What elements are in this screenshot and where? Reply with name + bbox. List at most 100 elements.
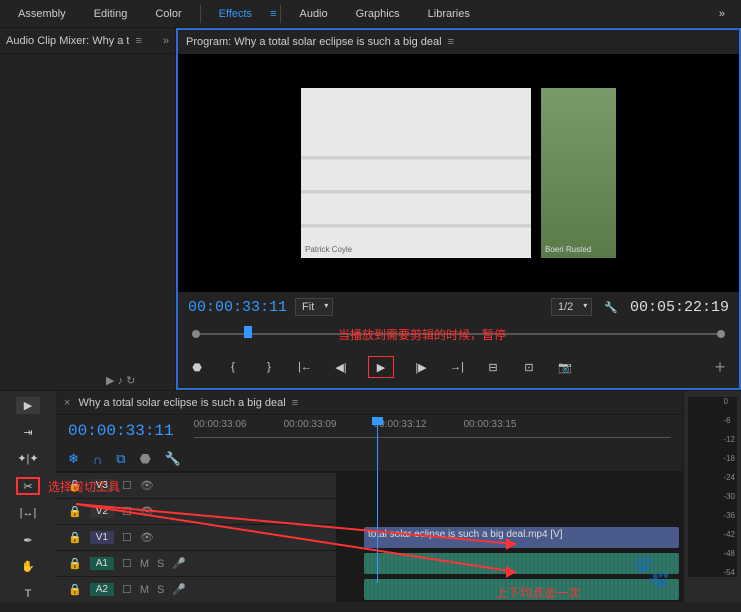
lock-icon[interactable]: 🔒 <box>68 505 82 518</box>
toggle-output-icon[interactable]: ☐ <box>122 557 132 570</box>
close-sequence-icon[interactable]: × <box>64 397 70 409</box>
go-to-in-icon[interactable]: |← <box>296 358 314 376</box>
track-label-v2[interactable]: V2 <box>90 505 114 518</box>
meter-tick: 0 <box>723 397 735 406</box>
transport-controls: ⬣ { } |← ◀| ▶ |▶ →| ⊟ ⊡ 📷 + <box>188 352 729 382</box>
toggle-output-icon[interactable]: ☐ <box>122 479 132 492</box>
lock-icon[interactable]: 🔒 <box>68 583 82 596</box>
tab-editing[interactable]: Editing <box>80 2 142 26</box>
lock-icon[interactable]: 🔒 <box>68 557 82 570</box>
tab-color[interactable]: Color <box>141 2 195 26</box>
video-frame-main: Patrick Coyle <box>301 88 531 258</box>
track-a2: 🔒 A2 ☐ M S 🎤 <box>56 576 683 602</box>
program-title: Program: Why a total solar eclipse is su… <box>186 36 442 48</box>
panel-tab-audio-mixer[interactable]: Audio Clip Mixer: Why a t <box>6 35 129 47</box>
step-back-icon[interactable]: ◀| <box>332 358 350 376</box>
selection-tool[interactable]: ▶ <box>16 397 40 414</box>
timeline-menu-icon[interactable]: ≡ <box>292 397 298 409</box>
frame-credit-right: Boeri Rusted <box>545 245 591 254</box>
in-point-icon[interactable]: { <box>224 358 242 376</box>
hamburger-icon[interactable]: ≡ <box>270 8 276 20</box>
panel-menu-icon[interactable]: ≡ <box>135 35 141 47</box>
program-scrubber[interactable]: 当播放到需要剪辑的时候，暂停 <box>188 324 729 344</box>
settings-icon[interactable]: 🔧 <box>165 451 181 467</box>
meter-tick: -48 <box>723 549 735 558</box>
tab-effects[interactable]: Effects <box>205 2 266 26</box>
meter-tick: -36 <box>723 511 735 520</box>
eye-icon[interactable]: 👁 <box>140 505 154 518</box>
track-select-tool[interactable]: ⇥ <box>16 424 40 441</box>
annotation-pause: 当播放到需要剪辑的时候，暂停 <box>338 326 506 343</box>
export-frame-icon[interactable]: 📷 <box>556 358 574 376</box>
toggle-output-icon[interactable]: ☐ <box>122 583 132 596</box>
video-clip[interactable]: total solar eclipse is such a big deal.m… <box>364 527 679 548</box>
track-label-a1[interactable]: A1 <box>90 557 114 570</box>
program-menu-icon[interactable]: ≡ <box>448 36 454 48</box>
watermark-paw-icon <box>631 552 671 592</box>
step-forward-icon[interactable]: |▶ <box>412 358 430 376</box>
go-to-out-icon[interactable]: →| <box>448 358 466 376</box>
meter-tick: -54 <box>723 568 735 577</box>
ruler-tick: 00:00:33:09 <box>284 419 337 430</box>
out-point-icon[interactable]: } <box>260 358 278 376</box>
extract-icon[interactable]: ⊡ <box>520 358 538 376</box>
snap-icon[interactable]: ❄ <box>68 451 79 467</box>
meter-tick: -24 <box>723 473 735 482</box>
tab-assembly[interactable]: Assembly <box>4 2 80 26</box>
voice-icon[interactable]: 🎤 <box>172 583 186 596</box>
marker-tool-icon[interactable]: ⬣ <box>140 451 151 467</box>
scrubber-handle[interactable] <box>244 326 252 338</box>
razor-tool[interactable]: ✂ 选择剪切工具 <box>16 477 40 494</box>
linked-selection-icon[interactable]: ⧉ <box>116 451 125 467</box>
track-v1: 🔒 V1 ☐ 👁 total solar eclipse is such a b… <box>56 524 683 550</box>
track-label-a2[interactable]: A2 <box>90 583 114 596</box>
mute-icon[interactable]: M <box>140 584 149 596</box>
wrench-icon[interactable]: 🔧 <box>604 301 618 314</box>
voice-icon[interactable]: 🎤 <box>172 557 186 570</box>
eye-icon[interactable]: 👁 <box>140 531 154 544</box>
tab-audio[interactable]: Audio <box>285 2 341 26</box>
play-button[interactable]: ▶ <box>368 356 394 378</box>
add-button[interactable]: + <box>711 358 729 376</box>
toggle-output-icon[interactable]: ☐ <box>122 531 132 544</box>
lock-icon[interactable]: 🔒 <box>68 531 82 544</box>
solo-icon[interactable]: S <box>157 584 164 596</box>
slip-tool[interactable]: |↔| <box>16 505 40 522</box>
meter-tick: -30 <box>723 492 735 501</box>
tool-palette: ▶ ⇥ ✦|✦ ✂ 选择剪切工具 |↔| ✒ ✋ T <box>0 391 56 602</box>
video-frame-side: Boeri Rusted <box>541 88 616 258</box>
program-timecode-out: 00:05:22:19 <box>630 299 729 316</box>
sequence-name[interactable]: Why a total solar eclipse is such a big … <box>78 397 285 409</box>
annotation-razor: 选择剪切工具 <box>48 478 120 495</box>
time-ruler[interactable]: 00:00:33:06 00:00:33:09 00:00:33:12 00:0… <box>194 419 671 443</box>
playhead[interactable] <box>377 419 378 583</box>
meter-tick: -6 <box>723 416 735 425</box>
hand-tool[interactable]: ✋ <box>16 558 40 575</box>
zoom-dropdown[interactable]: 1/2 <box>551 298 592 316</box>
pen-tool[interactable]: ✒ <box>16 532 40 549</box>
tab-graphics[interactable]: Graphics <box>342 2 414 26</box>
divider <box>280 5 281 23</box>
frame-credit-left: Patrick Coyle <box>305 245 352 254</box>
track-v3: 🔒 V3 ☐ 👁 <box>56 472 683 498</box>
lift-icon[interactable]: ⊟ <box>484 358 502 376</box>
mute-icon[interactable]: M <box>140 558 149 570</box>
workspace-tabs: Assembly Editing Color Effects ≡ Audio G… <box>0 0 741 28</box>
program-timecode-in[interactable]: 00:00:33:11 <box>188 299 287 316</box>
program-viewer[interactable]: Patrick Coyle Boeri Rusted <box>178 54 739 292</box>
overflow-menu[interactable]: » <box>707 8 737 20</box>
tab-libraries[interactable]: Libraries <box>414 2 484 26</box>
magnet-icon[interactable]: ∩ <box>93 452 102 467</box>
panel-overflow[interactable]: » <box>163 35 169 47</box>
ripple-edit-tool[interactable]: ✦|✦ <box>16 451 40 468</box>
eye-icon[interactable]: 👁 <box>140 479 154 492</box>
solo-icon[interactable]: S <box>157 558 164 570</box>
type-tool[interactable]: T <box>16 585 40 602</box>
track-label-v1[interactable]: V1 <box>90 531 114 544</box>
fit-dropdown[interactable]: Fit <box>295 298 333 316</box>
marker-icon[interactable]: ⬣ <box>188 358 206 376</box>
tracks-area: 🔒 V3 ☐ 👁 🔒 V2 ☐ 👁 🔒 V1 <box>56 472 683 602</box>
audio-mixer-panel: Audio Clip Mixer: Why a t ≡ » <box>0 28 176 390</box>
toggle-output-icon[interactable]: ☐ <box>122 505 132 518</box>
timeline-timecode[interactable]: 00:00:33:11 <box>68 422 174 440</box>
